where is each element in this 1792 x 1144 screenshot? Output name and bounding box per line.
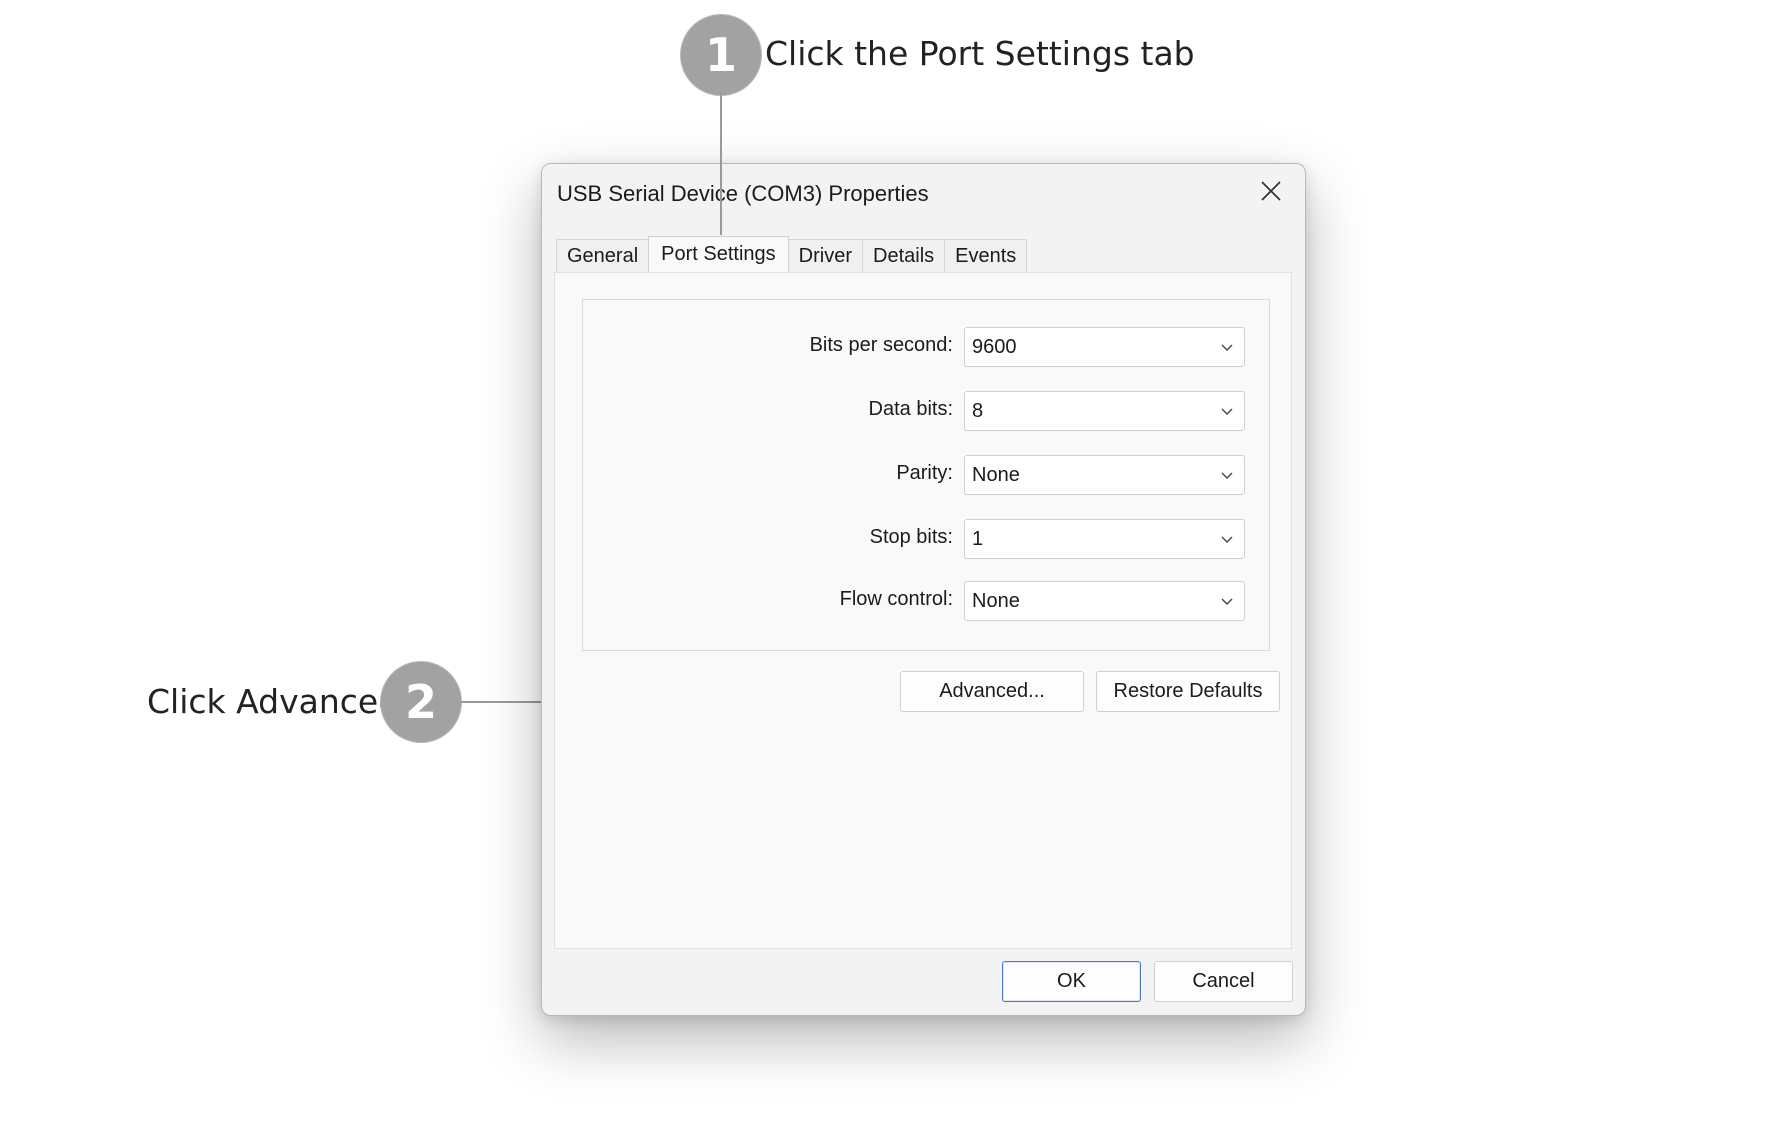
chevron-down-icon <box>1221 408 1233 415</box>
data-bits-label: Data bits: <box>868 398 953 420</box>
bits-per-second-row: Bits per second: 9600 <box>583 327 1271 367</box>
stop-bits-value: 1 <box>972 528 984 550</box>
tab-strip: General Port Settings Driver Details Eve… <box>556 236 1028 272</box>
bits-per-second-select[interactable]: 9600 <box>964 327 1245 367</box>
callout-1-badge: 1 <box>681 15 761 95</box>
advanced-button[interactable]: Advanced... <box>900 671 1084 712</box>
stop-bits-select[interactable]: 1 <box>964 519 1245 559</box>
flow-control-value: None <box>972 590 1020 612</box>
chevron-down-icon <box>1221 344 1233 351</box>
cancel-button[interactable]: Cancel <box>1154 961 1293 1002</box>
close-icon <box>1261 181 1281 201</box>
stop-bits-row: Stop bits: 1 <box>583 519 1271 559</box>
bits-per-second-label: Bits per second: <box>809 334 953 356</box>
stop-bits-label: Stop bits: <box>869 526 953 548</box>
parity-label: Parity: <box>896 462 953 484</box>
ok-button[interactable]: OK <box>1002 961 1141 1002</box>
chevron-down-icon <box>1221 472 1233 479</box>
data-bits-select[interactable]: 8 <box>964 391 1245 431</box>
port-settings-panel: Bits per second: 9600 Data bits: 8 Parit… <box>554 272 1292 949</box>
flow-control-select[interactable]: None <box>964 581 1245 621</box>
chevron-down-icon <box>1221 536 1233 543</box>
callout-2-text: Click Advanced <box>147 682 400 721</box>
close-button[interactable] <box>1249 172 1293 210</box>
tab-general[interactable]: General <box>556 239 650 272</box>
callout-1-leader <box>720 93 722 235</box>
tab-events[interactable]: Events <box>944 239 1028 272</box>
flow-control-row: Flow control: None <box>583 581 1271 621</box>
parity-value: None <box>972 464 1020 486</box>
restore-defaults-button[interactable]: Restore Defaults <box>1096 671 1280 712</box>
dialog-title: USB Serial Device (COM3) Properties <box>557 181 929 206</box>
callout-2-badge: 2 <box>381 662 461 742</box>
parity-row: Parity: None <box>583 455 1271 495</box>
tab-details[interactable]: Details <box>862 239 946 272</box>
chevron-down-icon <box>1221 598 1233 605</box>
tab-port-settings[interactable]: Port Settings <box>648 236 789 272</box>
bits-per-second-value: 9600 <box>972 336 1017 358</box>
data-bits-value: 8 <box>972 400 984 422</box>
data-bits-row: Data bits: 8 <box>583 391 1271 431</box>
settings-group: Bits per second: 9600 Data bits: 8 Parit… <box>582 299 1270 651</box>
tab-driver[interactable]: Driver <box>787 239 864 272</box>
callout-1-text: Click the Port Settings tab <box>765 34 1195 73</box>
parity-select[interactable]: None <box>964 455 1245 495</box>
flow-control-label: Flow control: <box>839 588 953 610</box>
properties-dialog: USB Serial Device (COM3) Properties Gene… <box>541 163 1306 1016</box>
